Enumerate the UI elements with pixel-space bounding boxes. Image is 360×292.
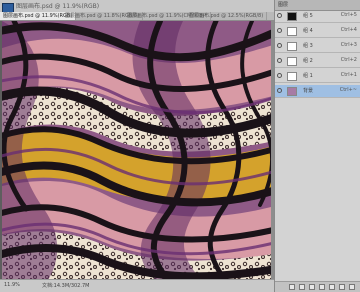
layer-thumbnail (287, 27, 297, 36)
layer-row[interactable]: 组 4 Ctrl+4 (275, 25, 360, 38)
layer-row[interactable]: 组 2 Ctrl+2 (275, 55, 360, 68)
layer-row[interactable]: 背景 Ctrl+~ (275, 85, 360, 98)
panel-toolbar (275, 281, 360, 292)
new-layer-icon[interactable] (339, 284, 345, 290)
layers-panel: 图层 组 5 Ctrl+5 组 4 Ctrl+4 组 3 Ctrl+3 组 2 … (274, 0, 360, 292)
mask-icon[interactable] (309, 284, 315, 290)
image-canvas[interactable] (2, 21, 271, 280)
eye-icon[interactable] (277, 28, 282, 33)
eye-icon[interactable] (277, 73, 282, 78)
layer-name: 背景 (303, 88, 314, 94)
layer-thumbnail (287, 12, 297, 21)
layer-shortcut: Ctrl+2 (340, 57, 357, 63)
layer-name: 组 4 (303, 28, 313, 34)
layer-shortcut: Ctrl+3 (340, 42, 357, 48)
tab-4[interactable]: 图层画布.psd @ 12.5%(RGB/8) (186, 12, 268, 20)
trash-icon[interactable] (349, 284, 355, 290)
layer-shortcut: Ctrl+~ (339, 87, 357, 93)
layer-row[interactable]: 组 3 Ctrl+3 (275, 40, 360, 53)
layer-name: 组 2 (303, 58, 313, 64)
status-bar: 11.9% 文档:14.3M/302.7M (0, 279, 274, 292)
layer-name: 组 1 (303, 73, 313, 79)
layer-name: 组 3 (303, 43, 313, 49)
document-info: 文档:14.3M/302.7M (42, 283, 90, 289)
layer-thumbnail (287, 57, 297, 66)
layer-row[interactable]: 组 1 Ctrl+1 (275, 70, 360, 83)
layer-row[interactable]: 组 5 Ctrl+5 (275, 10, 360, 23)
layers-tab[interactable]: 图层 (278, 1, 288, 8)
eye-icon[interactable] (277, 43, 282, 48)
folder-icon[interactable] (329, 284, 335, 290)
zebra-leopard-pattern (2, 21, 271, 280)
window-title: 图层画布.psd @ 11.9%(RGB) (16, 3, 100, 10)
document-window: 图层画布.psd @ 11.9%(RGB) 图层画布.psd @ 11.9%(R… (0, 0, 274, 292)
layer-shortcut: Ctrl+4 (340, 27, 357, 33)
adjustment-icon[interactable] (319, 284, 325, 290)
layer-shortcut: Ctrl+1 (340, 72, 357, 78)
layer-thumbnail (287, 42, 297, 51)
layer-name: 组 5 (303, 13, 313, 19)
link-icon[interactable] (289, 284, 295, 290)
zoom-level[interactable]: 11.9% (4, 282, 20, 288)
layer-shortcut: Ctrl+5 (340, 12, 357, 18)
eye-icon[interactable] (277, 13, 282, 18)
fx-icon[interactable] (299, 284, 305, 290)
layer-thumbnail (287, 87, 297, 96)
layer-thumbnail (287, 72, 297, 81)
eye-icon[interactable] (277, 58, 282, 63)
eye-icon[interactable] (277, 88, 282, 93)
